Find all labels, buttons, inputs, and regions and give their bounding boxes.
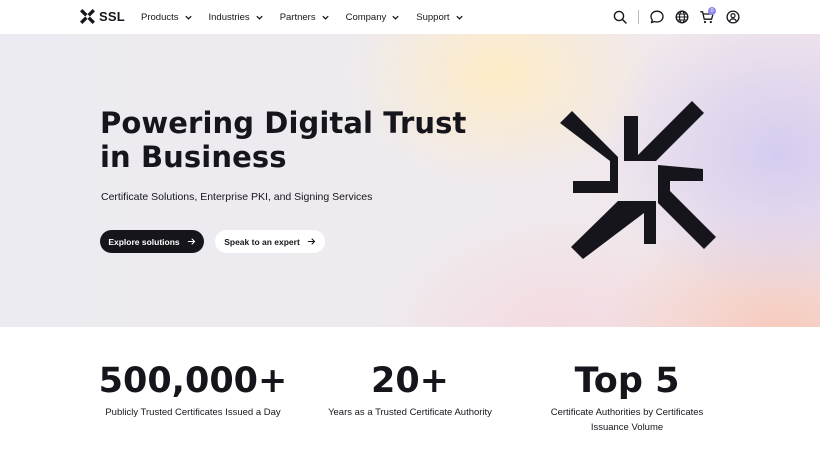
stat-item: 500,000+ Publicly Trusted Certificates I… xyxy=(93,327,293,420)
hero-section: Powering Digital Trust in Business Certi… xyxy=(0,34,820,327)
nav-divider xyxy=(638,10,639,24)
account-icon[interactable] xyxy=(725,9,741,25)
stat-value: Top 5 xyxy=(574,361,680,401)
stats-section: 500,000+ Publicly Trusted Certificates I… xyxy=(0,327,820,461)
hero-title: Powering Digital Trust in Business xyxy=(100,106,467,174)
explore-solutions-button[interactable]: Explore solutions xyxy=(100,230,204,253)
hero-subtitle: Certificate Solutions, Enterprise PKI, a… xyxy=(101,191,373,203)
search-icon[interactable] xyxy=(612,9,628,25)
stat-label: Publicly Trusted Certificates Issued a D… xyxy=(105,407,281,418)
nav-utility-icons: 0 xyxy=(0,0,820,34)
stat-item: 20+ Years as a Trusted Certificate Autho… xyxy=(310,327,510,420)
arrow-right-icon xyxy=(307,238,315,245)
explore-solutions-label: Explore solutions xyxy=(108,236,180,247)
chat-icon[interactable] xyxy=(649,9,665,25)
speak-to-expert-label: Speak to an expert xyxy=(224,236,300,247)
top-navigation: SSL Products Industries Partners Company… xyxy=(0,0,820,34)
stat-value: 500,000+ xyxy=(98,361,288,401)
stat-item: Top 5 Certificate Authorities by Certifi… xyxy=(537,327,717,435)
globe-icon[interactable] xyxy=(674,9,690,25)
stat-label: Years as a Trusted Certificate Authority xyxy=(328,407,492,418)
speak-to-expert-button[interactable]: Speak to an expert xyxy=(215,230,325,253)
ssl-emblem-graphic xyxy=(560,101,716,259)
stat-label: Certificate Authorities by Certificates … xyxy=(550,407,704,433)
stat-value: 20+ xyxy=(370,361,450,401)
cart-count-badge: 0 xyxy=(708,7,716,15)
arrow-right-icon xyxy=(187,238,195,245)
